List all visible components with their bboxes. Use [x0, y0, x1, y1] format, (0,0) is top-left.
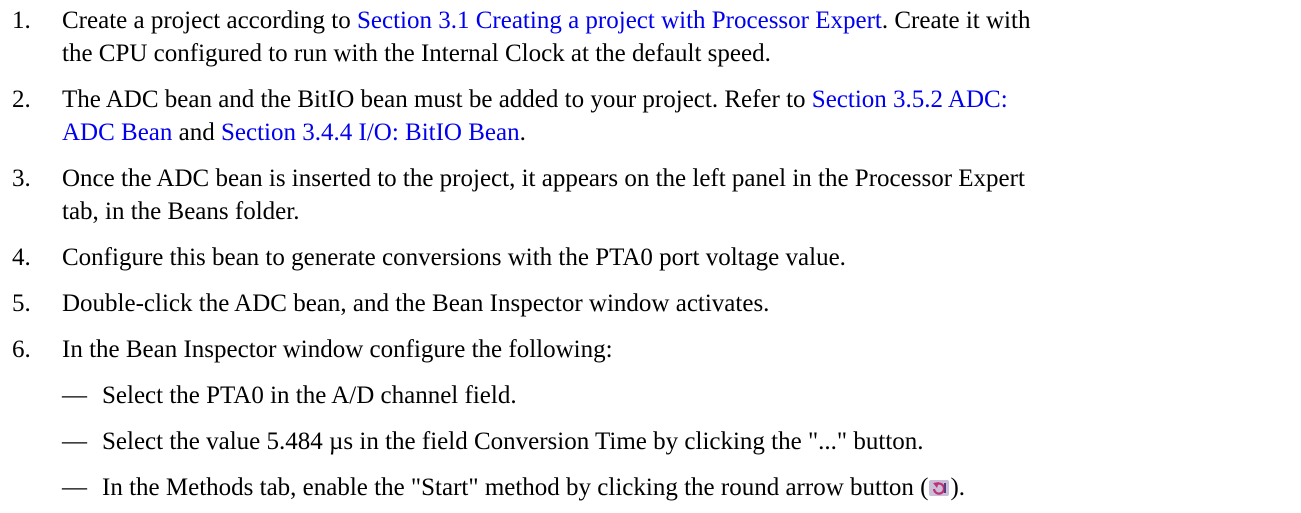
step-number: 4.	[12, 244, 31, 271]
step-text-continued: ADC Bean and Section 3.4.4 I/O: BitIO Be…	[62, 119, 526, 146]
dash: —	[62, 474, 87, 501]
section-3-1-link[interactable]: Section 3.1 Creating a project with Proc…	[357, 7, 882, 34]
step-number: 5.	[12, 290, 31, 317]
step-number: 6.	[12, 336, 31, 363]
step-text: Configure this bean to generate conversi…	[62, 244, 846, 271]
dash: —	[62, 428, 87, 455]
step-number: 3.	[12, 165, 31, 192]
sub-item-1: — Select the PTA0 in the A/D channel fiel…	[62, 379, 517, 412]
section-3-5-2-link-continued[interactable]: ADC Bean	[62, 119, 172, 146]
step-text: In the Bean Inspector window configure t…	[62, 336, 613, 363]
section-3-5-2-link[interactable]: Section 3.5.2 ADC:	[812, 86, 1008, 113]
sub-item-3: — In the Methods tab, enable the "Start" …	[62, 471, 965, 504]
step-text: The ADC bean and the BitIO bean must be …	[62, 86, 1008, 113]
round-arrow-icon	[929, 472, 950, 496]
dash: —	[62, 382, 87, 409]
step-number: 1.	[12, 7, 31, 34]
step-text: Create a project according to Section 3.…	[62, 7, 1031, 34]
step-text-continued: the CPU configured to run with the Inter…	[62, 40, 771, 67]
step-text: Double-click the ADC bean, and the Bean …	[62, 290, 770, 317]
step-text-continued: tab, in the Beans folder.	[62, 198, 300, 225]
step-text: Once the ADC bean is inserted to the pro…	[62, 165, 1025, 192]
sub-item-2: — Select the value 5.484 µs in the field …	[62, 425, 924, 458]
section-3-4-4-link[interactable]: Section 3.4.4 I/O: BitIO Bean	[221, 119, 520, 146]
document-page: 1. Create a project according to Section…	[0, 0, 1301, 513]
step-number: 2.	[12, 86, 31, 113]
